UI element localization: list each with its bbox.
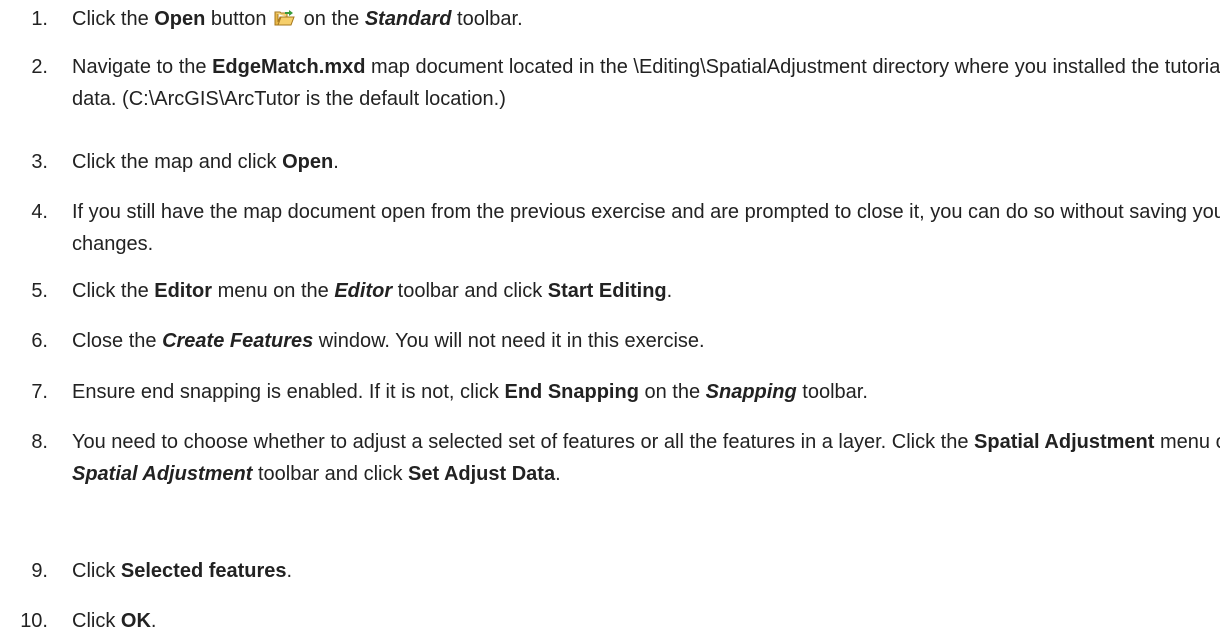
italic-term: Spatial Adjustment <box>72 463 253 485</box>
step-number: 2. <box>31 56 48 78</box>
step-text-run: window. You will not need it in this exe… <box>313 330 705 352</box>
step-item: 1. Click the Open button on the Standard … <box>0 3 1220 35</box>
step-number: 4. <box>31 201 48 223</box>
step-number: 8. <box>31 431 48 453</box>
open-folder-icon <box>274 5 296 26</box>
italic-term: Standard <box>364 8 452 30</box>
step-text-run: on the <box>638 381 706 403</box>
step-text: Close the Create Features window. You wi… <box>72 330 705 352</box>
step-text-run: . <box>333 151 339 173</box>
step-text-run: Click the map and click <box>72 151 283 173</box>
step-text-run: . <box>666 280 673 302</box>
step-item: 9. Click Selected features. <box>0 555 1220 587</box>
step-text: You need to choose whether to adjust a s… <box>72 431 1220 485</box>
italic-term: Editor <box>334 280 393 302</box>
step-number: 10. <box>20 610 48 632</box>
bold-term: Editor <box>154 280 213 302</box>
step-text: Ensure end snapping is enabled. If it is… <box>72 381 868 403</box>
step-number: 1. <box>31 8 48 30</box>
step-text-run: Click the <box>72 8 155 30</box>
step-number: 7. <box>31 381 48 403</box>
step-text-run: toolbar. <box>451 8 523 30</box>
bold-term: End Snapping <box>504 381 639 403</box>
step-text-run: You need to choose whether to adjust a s… <box>72 431 975 453</box>
step-item: 7. Ensure end snapping is enabled. If it … <box>0 376 1220 408</box>
bold-term: Selected features <box>120 560 287 582</box>
step-item: 8. You need to choose whether to adjust a… <box>0 426 1220 490</box>
step-text-run: button <box>205 8 273 30</box>
step-number: 5. <box>31 280 48 302</box>
step-item: 6. Close the Create Features window. You … <box>0 325 1220 357</box>
step-text: If you still have the map document open … <box>72 201 1220 255</box>
bold-term: EdgeMatch.mxd <box>212 56 366 78</box>
step-text-run: Click <box>72 610 121 632</box>
step-item: 3. Click the map and click Open. <box>0 146 1220 178</box>
step-text-run: Click <box>72 560 121 582</box>
step-text-run: . <box>555 463 561 485</box>
step-text-run: Close the <box>72 330 163 352</box>
step-text-run: Ensure end snapping is enabled. If it is… <box>72 381 505 403</box>
step-text-run: toolbar and click <box>252 463 409 485</box>
step-number: 9. <box>31 560 48 582</box>
step-text: Navigate to the EdgeMatch.mxd map docume… <box>72 56 1220 110</box>
step-text: Click the Open button on the Standard to… <box>72 8 523 30</box>
step-text-run: on the <box>298 8 365 30</box>
step-text-run: Click the <box>72 280 155 302</box>
step-text: Click the Editor menu on the Editor tool… <box>72 280 672 302</box>
step-text: Click the map and click Open. <box>72 151 339 173</box>
step-text-run: Navigate to the <box>72 56 213 78</box>
italic-term: Create Features <box>162 330 314 352</box>
step-text-run: menu on the <box>1159 431 1220 453</box>
bold-term: Open <box>282 151 334 173</box>
bold-term: Start Editing <box>547 280 667 302</box>
step-text-run: toolbar. <box>796 381 868 403</box>
step-item: 10. Click OK. <box>0 605 1220 637</box>
step-text-run: . <box>150 610 157 632</box>
step-text-run: If you still have the map document open … <box>72 201 1220 255</box>
italic-term: Snapping <box>705 381 797 403</box>
step-item: 5. Click the Editor menu on the Editor to… <box>0 275 1220 307</box>
step-text-run: . <box>286 560 293 582</box>
step-item: 4. If you still have the map document ope… <box>0 196 1220 260</box>
step-item: 2. Navigate to the EdgeMatch.mxd map docu… <box>0 51 1220 115</box>
bold-term: Set Adjust Data <box>408 463 556 485</box>
step-number: 3. <box>31 151 48 173</box>
step-text: Click OK. <box>72 610 156 632</box>
bold-term: Open <box>154 8 206 30</box>
bold-term: Spatial Adjustment <box>974 431 1155 453</box>
step-text-run: toolbar and click <box>392 280 548 302</box>
step-text: Click Selected features. <box>72 560 292 582</box>
bold-term: OK <box>120 610 151 632</box>
step-text-run: menu on the <box>212 280 335 302</box>
step-number: 6. <box>31 330 48 352</box>
